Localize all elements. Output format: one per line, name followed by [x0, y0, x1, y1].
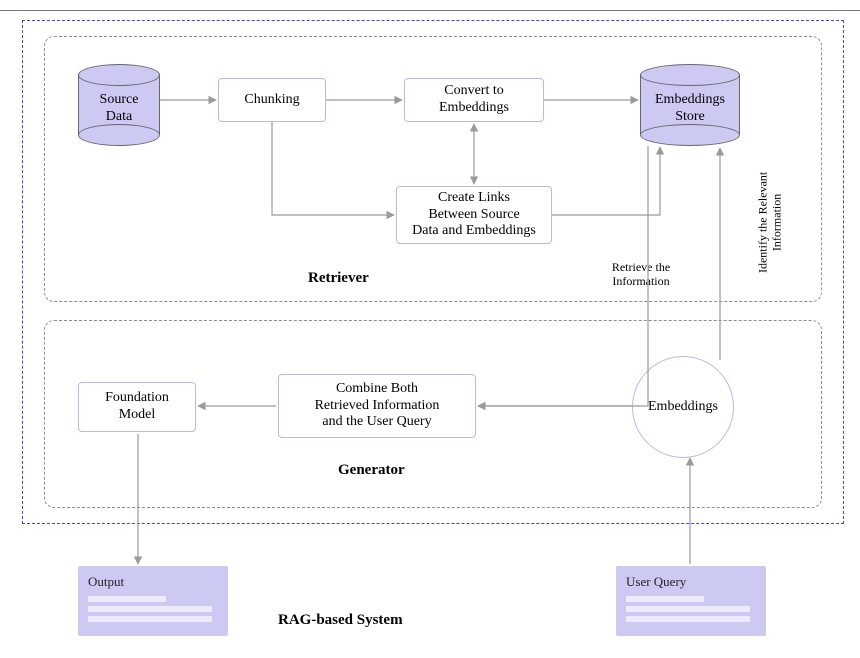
source-data-cylinder: Source Data: [78, 64, 160, 144]
chunking-box: Chunking: [218, 78, 326, 122]
output-card: Output: [78, 566, 228, 636]
convert-embeddings-label: Convert to Embeddings: [439, 83, 509, 117]
foundation-model-box: Foundation Model: [78, 382, 196, 432]
embeddings-store-label: Embeddings Store: [640, 92, 740, 126]
user-query-card: User Query: [616, 566, 766, 636]
create-links-label: Create Links Between Source Data and Emb…: [412, 190, 536, 240]
retriever-title: Retriever: [308, 270, 369, 287]
top-divider: [0, 10, 860, 11]
generator-title: Generator: [338, 462, 405, 479]
create-links-box: Create Links Between Source Data and Emb…: [396, 186, 552, 244]
embeddings-circle: Embeddings: [632, 356, 734, 458]
card-line: [626, 606, 750, 612]
card-line: [88, 596, 166, 602]
retrieve-info-label: Retrieve the Information: [586, 260, 696, 289]
card-line: [626, 596, 704, 602]
output-card-title: Output: [88, 574, 218, 590]
card-line: [626, 616, 750, 622]
convert-embeddings-box: Convert to Embeddings: [404, 78, 544, 122]
card-line: [88, 616, 212, 622]
combine-label: Combine Both Retrieved Information and t…: [315, 381, 440, 431]
card-line: [88, 606, 212, 612]
chunking-label: Chunking: [244, 92, 299, 109]
embeddings-store-cylinder: Embeddings Store: [640, 64, 740, 144]
user-query-card-title: User Query: [626, 574, 756, 590]
embeddings-label: Embeddings: [648, 399, 718, 415]
source-data-label: Source Data: [78, 92, 160, 126]
combine-box: Combine Both Retrieved Information and t…: [278, 374, 476, 438]
diagram-canvas: Retriever Generator RAG-based System Sou…: [0, 0, 860, 658]
foundation-model-label: Foundation Model: [105, 390, 169, 424]
identify-info-label: Identify the Relevant Information: [756, 142, 785, 302]
system-title: RAG-based System: [278, 612, 403, 629]
